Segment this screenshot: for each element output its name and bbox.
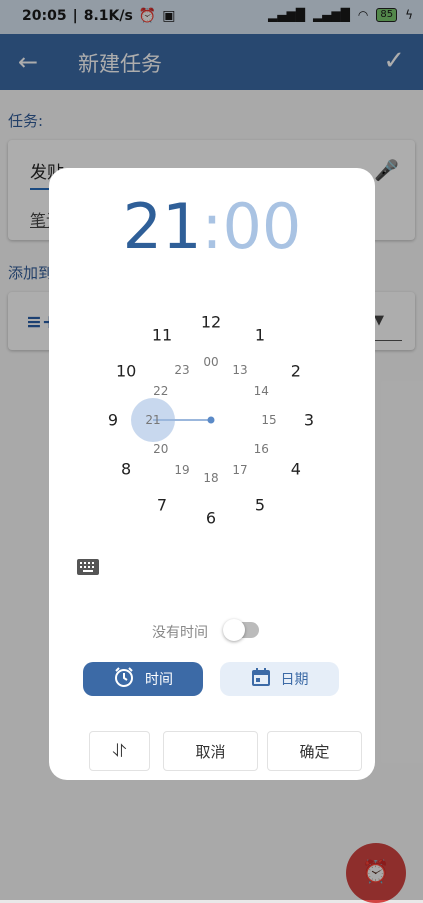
tab-date[interactable]: 日期	[220, 662, 339, 696]
clock-hour-16[interactable]: 16	[254, 442, 269, 456]
minute-display[interactable]: 00	[222, 190, 301, 263]
clock-hour-19[interactable]: 19	[174, 463, 189, 477]
compress-button[interactable]: ⥯	[89, 731, 150, 771]
tab-time-label: 时间	[145, 672, 173, 688]
clock-hour-17[interactable]: 17	[232, 463, 247, 477]
tab-date-label: 日期	[280, 672, 309, 688]
calendar-icon	[251, 667, 271, 691]
clock-hour-20[interactable]: 20	[153, 442, 168, 456]
cancel-button[interactable]: 取消	[163, 731, 258, 771]
clock-hour-10[interactable]: 10	[116, 362, 136, 381]
ok-button[interactable]: 确定	[267, 731, 362, 771]
clock-hour-4[interactable]: 4	[291, 460, 301, 479]
clock-hour-18[interactable]: 18	[203, 471, 218, 485]
clock-hour-1[interactable]: 1	[255, 326, 265, 345]
clock-hour-5[interactable]: 5	[255, 495, 265, 514]
clock-hour-22[interactable]: 22	[153, 384, 168, 398]
clock-hour-15[interactable]: 15	[261, 413, 276, 427]
clock-hour-12[interactable]: 12	[201, 313, 221, 332]
time-display: 21:00	[49, 190, 375, 263]
compress-icon: ⥯	[112, 740, 127, 762]
clock-hour-11[interactable]: 11	[152, 326, 172, 345]
no-time-toggle[interactable]	[223, 619, 259, 641]
alarm-clock-icon	[113, 666, 135, 692]
clock-hour-9[interactable]: 9	[108, 411, 118, 430]
hour-display[interactable]: 21	[123, 190, 202, 263]
clock-hour-13[interactable]: 13	[232, 363, 247, 377]
clock-hour-3[interactable]: 3	[304, 411, 314, 430]
clock-hand	[153, 419, 211, 421]
clock-hour-23[interactable]: 23	[174, 363, 189, 377]
time-colon: :	[201, 190, 223, 263]
keyboard-icon[interactable]	[77, 559, 99, 575]
clock-hour-7[interactable]: 7	[157, 495, 167, 514]
toggle-knob	[223, 619, 245, 641]
clock-center-dot	[207, 416, 215, 424]
clock-hour-2[interactable]: 2	[291, 362, 301, 381]
clock-hour-00[interactable]: 00	[203, 355, 218, 369]
clock-hour-21[interactable]: 21	[145, 413, 160, 427]
clock-hour-8[interactable]: 8	[121, 460, 131, 479]
no-time-label: 没有时间	[152, 625, 208, 641]
tab-time[interactable]: 时间	[83, 662, 203, 696]
clock-hour-6[interactable]: 6	[206, 509, 216, 528]
clock-hour-14[interactable]: 14	[254, 384, 269, 398]
